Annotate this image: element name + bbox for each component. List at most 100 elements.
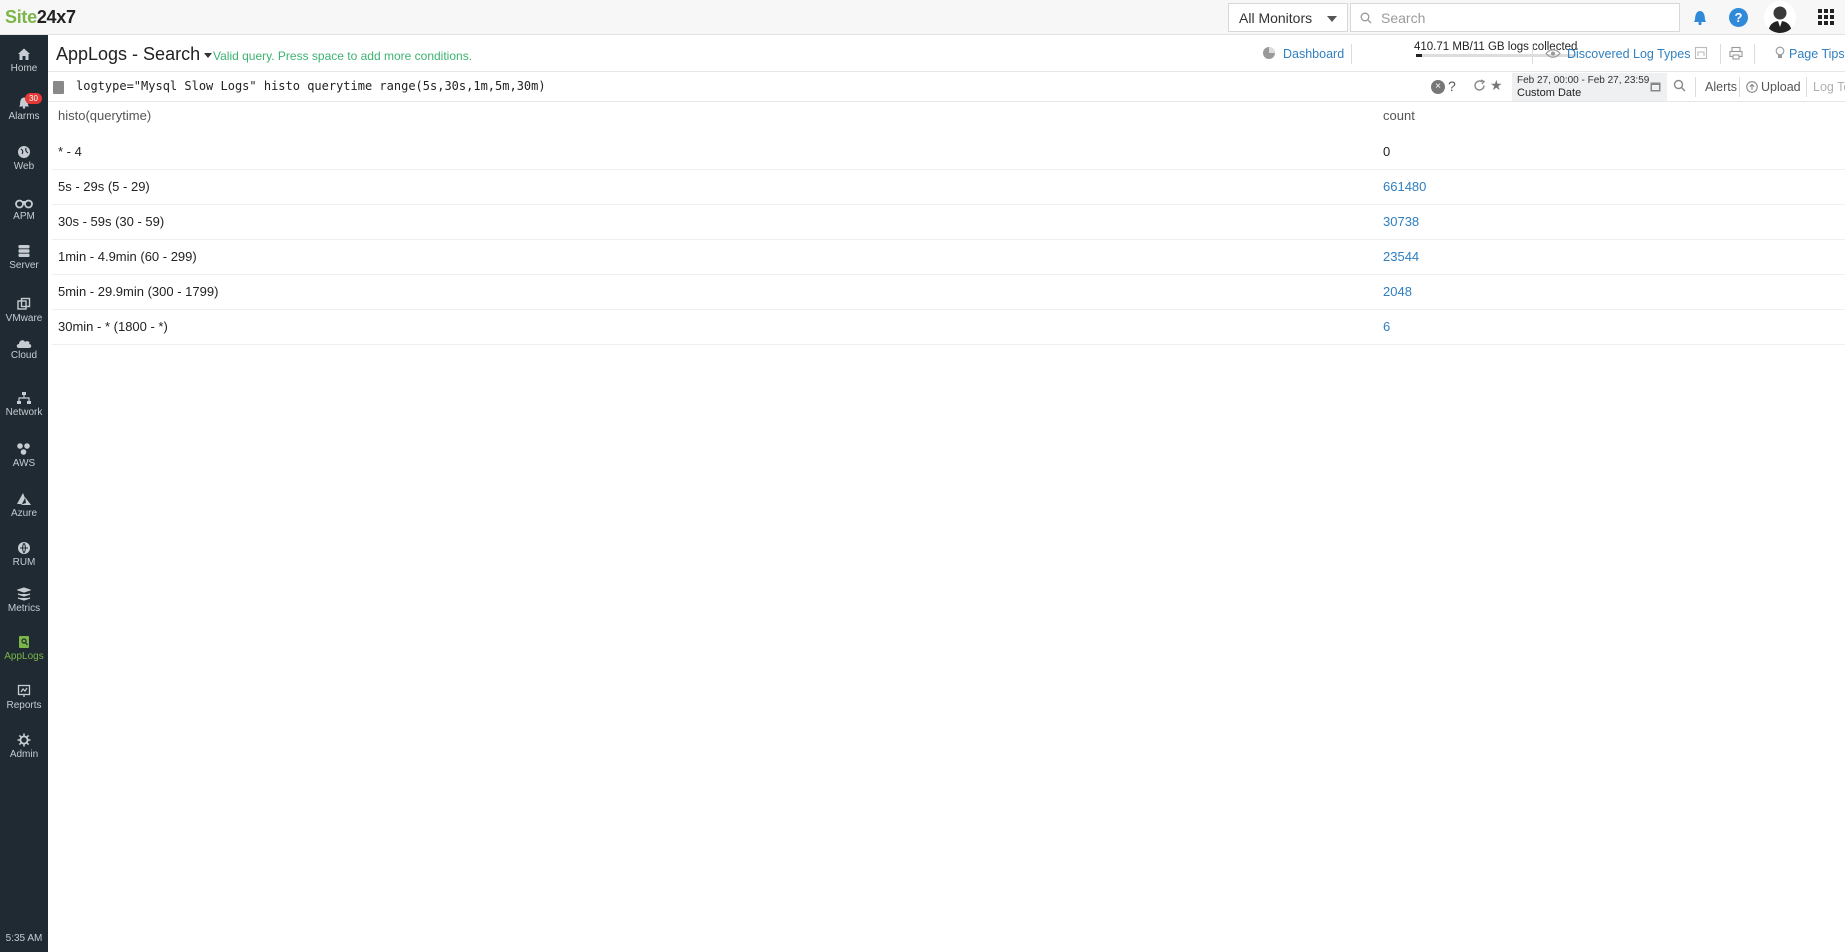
date-range-value: Feb 27, 00:00 - Feb 27, 23:59 bbox=[1517, 75, 1650, 86]
page-title: AppLogs - Search bbox=[56, 44, 201, 64]
count-link[interactable]: 23544 bbox=[1377, 239, 1845, 275]
avatar[interactable] bbox=[1764, 1, 1796, 33]
sidebar-item-label: Metrics bbox=[7, 603, 41, 614]
lightbulb-icon bbox=[1775, 46, 1785, 58]
logs-collected-fill bbox=[1415, 54, 1422, 57]
divider bbox=[1532, 44, 1533, 64]
range-cell: 5min - 29.9min (300 - 1799) bbox=[52, 274, 1377, 310]
range-cell: 1min - 4.9min (60 - 299) bbox=[52, 239, 1377, 275]
upload-icon bbox=[1746, 81, 1758, 93]
server-icon bbox=[18, 245, 30, 257]
help-icon[interactable]: ? bbox=[1729, 8, 1748, 27]
apps-grid-icon[interactable] bbox=[1818, 9, 1834, 25]
sidebar-item-label: Alarms bbox=[8, 111, 40, 122]
count-link[interactable]: 2048 bbox=[1377, 274, 1845, 310]
monitor-select[interactable]: All Monitors bbox=[1228, 3, 1348, 32]
table-row: 30min - * (1800 - *) 6 bbox=[52, 309, 1845, 345]
date-range-picker[interactable]: Feb 27, 00:00 - Feb 27, 23:59 Custom Dat… bbox=[1512, 73, 1667, 101]
global-search-input[interactable] bbox=[1379, 9, 1669, 27]
divider bbox=[1720, 44, 1721, 64]
sidebar-item-label: APM bbox=[13, 211, 35, 222]
page-tips-link[interactable]: Page Tips bbox=[1789, 47, 1845, 61]
sidebar-item-apm[interactable]: APM bbox=[0, 197, 48, 222]
logo-site: Site bbox=[5, 7, 37, 27]
upload-button[interactable]: Upload bbox=[1761, 80, 1801, 94]
page-title-dropdown[interactable]: AppLogs - Search bbox=[56, 44, 213, 65]
notification-icon[interactable] bbox=[1692, 8, 1708, 26]
sidebar-item-label: Network bbox=[5, 407, 43, 418]
table-row: 30s - 59s (30 - 59) 30738 bbox=[52, 204, 1845, 240]
sidebar-item-aws[interactable]: AWS bbox=[0, 442, 48, 469]
sidebar-item-reports[interactable]: Reports bbox=[0, 684, 48, 711]
sidebar-item-label: AWS bbox=[12, 458, 36, 469]
log-templates-button[interactable]: Log Templates bbox=[1813, 80, 1845, 94]
range-cell: 5s - 29s (5 - 29) bbox=[52, 169, 1377, 205]
run-search-icon[interactable] bbox=[1673, 79, 1686, 92]
table-row: 1min - 4.9min (60 - 299) 23544 bbox=[52, 239, 1845, 275]
alerts-button[interactable]: Alerts bbox=[1705, 80, 1737, 94]
query-bar: × ? ★ Feb 27, 00:00 - Feb 27, 23:59 Cust… bbox=[48, 72, 1845, 102]
alarm-count-badge: 30 bbox=[25, 93, 42, 104]
divider bbox=[1806, 77, 1807, 97]
sidebar-item-alarms[interactable]: 30 Alarms bbox=[0, 93, 48, 122]
count-link[interactable]: 661480 bbox=[1377, 169, 1845, 205]
sidebar-item-label: Admin bbox=[9, 749, 39, 760]
sidebar-item-vmware[interactable]: VMware bbox=[0, 297, 48, 324]
column-header-count: count bbox=[1383, 108, 1415, 123]
saved-queries-icon[interactable] bbox=[53, 81, 64, 94]
sidebar-item-label: Azure bbox=[10, 508, 38, 519]
table-header-row: histo(querytime) count bbox=[52, 108, 1845, 134]
count-link[interactable]: 30738 bbox=[1377, 204, 1845, 240]
count-link[interactable]: 6 bbox=[1377, 309, 1845, 345]
sidebar-item-label: Home bbox=[10, 63, 38, 74]
sidebar-item-server[interactable]: Server bbox=[0, 244, 48, 271]
site24x7-logo[interactable]: Site24x7 bbox=[5, 7, 76, 28]
divider bbox=[1739, 77, 1740, 97]
range-cell: 30min - * (1800 - *) bbox=[52, 309, 1377, 345]
clear-query-icon[interactable]: × bbox=[1431, 80, 1445, 94]
binoculars-icon bbox=[15, 199, 33, 209]
sidebar-item-label: AppLogs bbox=[4, 651, 44, 662]
sidebar-item-label: Server bbox=[9, 260, 39, 271]
divider bbox=[1695, 77, 1696, 97]
sidebar-item-rum[interactable]: RUM bbox=[0, 541, 48, 568]
aws-icon bbox=[17, 443, 30, 455]
table-row: 5s - 29s (5 - 29) 661480 bbox=[52, 169, 1845, 205]
logo-24x7: 24x7 bbox=[36, 7, 76, 27]
sidebar-item-applogs[interactable]: AppLogs bbox=[0, 635, 48, 662]
azure-icon bbox=[17, 493, 31, 505]
globe-icon bbox=[18, 146, 30, 158]
range-cell: 30s - 59s (30 - 59) bbox=[52, 204, 1377, 240]
top-bar: Site24x7 All Monitors ? bbox=[0, 0, 1845, 35]
save-search-icon[interactable] bbox=[1694, 46, 1708, 60]
sidebar-item-home[interactable]: Home bbox=[0, 47, 48, 74]
dashboard-icon bbox=[1263, 47, 1275, 59]
vmware-icon bbox=[17, 297, 31, 310]
print-icon[interactable] bbox=[1729, 46, 1743, 60]
divider bbox=[1351, 44, 1352, 64]
applogs-icon bbox=[19, 636, 29, 648]
chevron-down-icon bbox=[204, 52, 213, 58]
sidebar-item-label: Cloud bbox=[10, 350, 38, 361]
count-cell: 0 bbox=[1377, 134, 1845, 170]
dashboard-link[interactable]: Dashboard bbox=[1283, 47, 1344, 61]
sidebar-item-label: VMware bbox=[5, 313, 43, 324]
sidebar-item-azure[interactable]: Azure bbox=[0, 492, 48, 519]
discovered-log-types-link[interactable]: Discovered Log Types bbox=[1567, 47, 1690, 61]
rum-icon bbox=[18, 542, 30, 554]
sidebar-item-web[interactable]: Web bbox=[0, 145, 48, 172]
cloud-icon bbox=[16, 340, 32, 348]
sidebar-item-admin[interactable]: Admin bbox=[0, 733, 48, 760]
query-input[interactable] bbox=[74, 78, 1414, 94]
table-row: 5min - 29.9min (300 - 1799) 2048 bbox=[52, 274, 1845, 310]
sidebar-item-label: Web bbox=[13, 161, 35, 172]
refresh-icon[interactable] bbox=[1473, 79, 1486, 92]
monitor-select-value: All Monitors bbox=[1239, 10, 1313, 26]
column-header-histo: histo(querytime) bbox=[58, 108, 152, 123]
sidebar-item-metrics[interactable]: Metrics bbox=[0, 587, 48, 614]
chevron-down-icon bbox=[1327, 16, 1337, 22]
sidebar-item-network[interactable]: Network bbox=[0, 391, 48, 418]
sidebar-item-cloud[interactable]: Cloud bbox=[0, 338, 48, 361]
query-help-icon[interactable]: ? bbox=[1448, 78, 1456, 94]
favorite-star-icon[interactable]: ★ bbox=[1490, 77, 1503, 94]
